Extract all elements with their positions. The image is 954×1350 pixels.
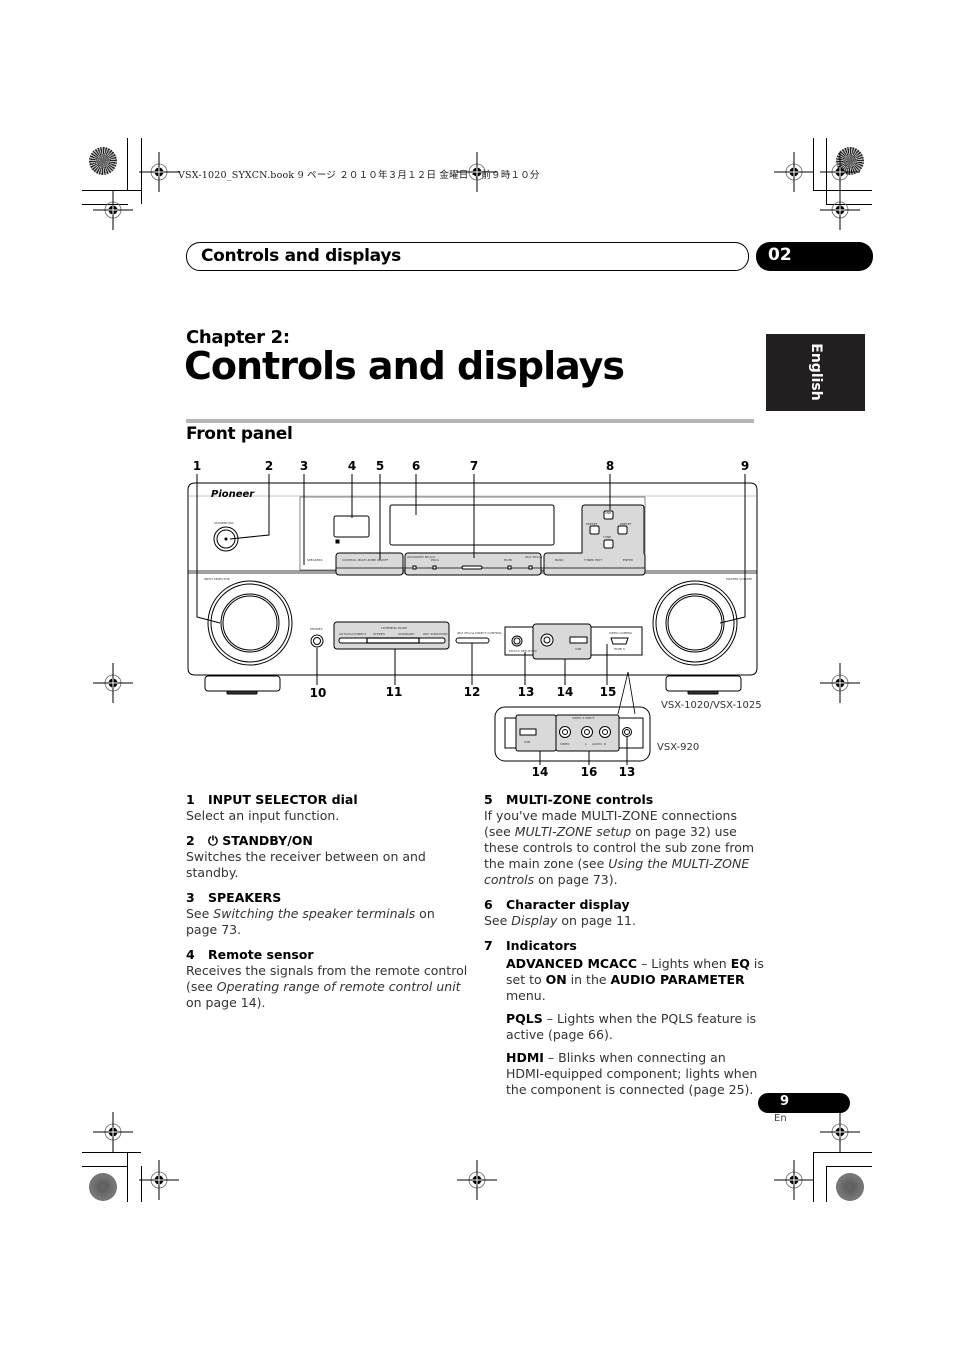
- registration-target-icon: [93, 190, 133, 230]
- item-title: SPEAKERS: [208, 890, 282, 905]
- registration-target-icon: [820, 1112, 860, 1152]
- item-body: See Switching the speaker terminals on p…: [186, 906, 435, 937]
- item-body: Select an input function.: [186, 808, 340, 823]
- registration-targets: [93, 152, 860, 1200]
- item-number: 2: [186, 833, 195, 848]
- description-item: 6 Character display See Display on page 11…: [484, 897, 764, 929]
- registration-target-icon: [820, 190, 860, 230]
- item-title: Character display: [506, 897, 630, 912]
- item-heading: 3 SPEAKERS: [186, 890, 468, 906]
- chapter-title: Controls and displays: [184, 344, 625, 388]
- language-tab-label: English: [808, 343, 824, 401]
- descriptions-right: 5 MULTI-ZONE controls If you've made MULTI…: [484, 792, 764, 1105]
- section-title: Controls and displays: [201, 246, 401, 266]
- registration-target-icon: [774, 1160, 814, 1200]
- item-title: INPUT SELECTOR dial: [208, 792, 358, 807]
- indicator-description: HDMI – Blinks when connecting an HDMI-eq…: [506, 1050, 758, 1097]
- item-heading: 6 Character display: [484, 897, 764, 913]
- registration-target-icon: [457, 1160, 497, 1200]
- item-number: 7: [484, 938, 493, 953]
- item-body: If you've made MULTI-ZONE connections (s…: [484, 808, 755, 887]
- item-body: Receives the signals from the remote con…: [186, 963, 468, 1010]
- item-number: 4: [186, 947, 195, 962]
- item-title: ⏻ STANDBY/ON: [208, 833, 313, 848]
- registration-target-icon: [93, 1112, 133, 1152]
- section-heading: Front panel: [186, 424, 293, 444]
- description-item: 5 MULTI-ZONE controls If you've made MULTI…: [484, 792, 764, 888]
- item-heading: 1 INPUT SELECTOR dial: [186, 792, 468, 808]
- item-number: 6: [484, 897, 493, 912]
- registration-target-icon: [774, 152, 814, 192]
- item-body: See Display on page 11.: [484, 913, 636, 928]
- page-number-tab: 9: [758, 1093, 850, 1113]
- description-item: 3 SPEAKERS See Switching the speaker termi…: [186, 890, 468, 938]
- item-number: 3: [186, 890, 195, 905]
- indicator-description: PQLS – Lights when the PQLS feature is a…: [506, 1011, 757, 1042]
- description-item: 4 Remote sensor Receives the signals from …: [186, 947, 468, 1011]
- registration-target-icon: [820, 663, 860, 703]
- registration-target-icon: [139, 1160, 179, 1200]
- section-title-tab: Controls and displays: [186, 242, 749, 271]
- item-heading: 2 ⏻ STANDBY/ON: [186, 833, 468, 849]
- page-number: 9: [780, 1094, 790, 1109]
- description-item: 2 ⏻ STANDBY/ON Switches the receiver betwe…: [186, 833, 468, 881]
- registration-target-icon: [139, 152, 179, 192]
- item-number: 5: [484, 792, 493, 807]
- language-tab: English: [766, 334, 865, 411]
- indicator-description: ADVANCED MCACC – Lights when EQ is set t…: [506, 956, 764, 1003]
- item-body: Switches the receiver between on and sta…: [186, 849, 426, 880]
- descriptions-left: 1 INPUT SELECTOR dial Select an input func…: [186, 792, 468, 1020]
- section-rule: [186, 419, 754, 423]
- description-item: 7 Indicators: [484, 938, 764, 954]
- registration-target-icon: [820, 152, 860, 192]
- item-heading: 4 Remote sensor: [186, 947, 468, 963]
- item-title: Indicators: [506, 938, 577, 953]
- item-title: MULTI-ZONE controls: [506, 792, 654, 807]
- registration-target-icon: [93, 663, 133, 703]
- chapter-number: 02: [768, 245, 792, 265]
- page-language: En: [774, 1113, 787, 1124]
- item-heading: 5 MULTI-ZONE controls: [484, 792, 764, 808]
- registration-target-icon: [457, 152, 497, 192]
- item-title: Remote sensor: [208, 947, 314, 962]
- item-number: 1: [186, 792, 195, 807]
- description-item: 1 INPUT SELECTOR dial Select an input func…: [186, 792, 468, 824]
- chapter-number-tab: 02: [756, 242, 873, 271]
- item-heading: 7 Indicators: [484, 938, 764, 954]
